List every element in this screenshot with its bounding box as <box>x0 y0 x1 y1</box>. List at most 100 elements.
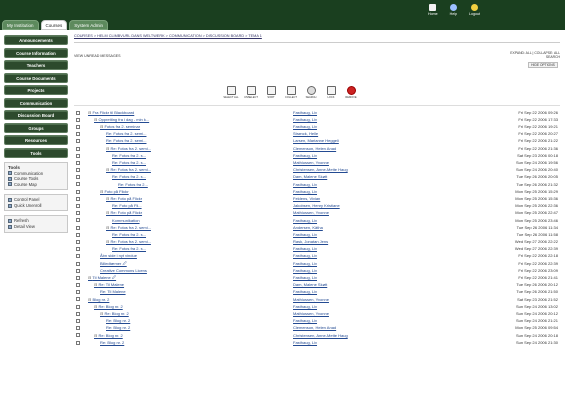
row-checkbox[interactable] <box>76 160 80 165</box>
menu-discussion-board[interactable]: Discussion Board <box>4 110 68 120</box>
thread-subject-link[interactable]: ⊟ Blog nr. 2 <box>88 297 109 302</box>
collect-button[interactable]: COLLECT <box>284 86 298 99</box>
thread-subject-link[interactable]: Re: Til Malene <box>100 289 126 294</box>
row-checkbox[interactable] <box>76 254 80 259</box>
row-checkbox[interactable] <box>76 275 80 280</box>
row-checkbox[interactable] <box>76 311 80 316</box>
thread-subject-link[interactable]: Re: Blog nr. 2 <box>106 325 130 330</box>
thread-subject-link[interactable]: Re: Foto på Fli... <box>112 203 142 208</box>
thread-subject-link[interactable]: ⊟ Re: Fotos fra 2. semi... <box>106 167 151 172</box>
thread-subject-link[interactable]: Åbn side i nyt vindue <box>100 253 137 258</box>
row-checkbox[interactable] <box>76 189 80 194</box>
thread-author-link[interactable]: Dam, Malene Skøtt <box>293 174 327 179</box>
row-checkbox[interactable] <box>76 297 80 302</box>
row-checkbox[interactable] <box>76 204 80 209</box>
thread-subject-link[interactable]: ⊟ Re: Til Malene <box>94 282 124 287</box>
row-checkbox[interactable] <box>76 247 80 252</box>
row-checkbox[interactable] <box>76 340 80 345</box>
menu-tools[interactable]: Tools <box>4 147 68 158</box>
row-checkbox[interactable] <box>76 132 80 137</box>
detail-view-link[interactable]: Detail View <box>8 224 64 230</box>
help-button[interactable]: Help <box>450 4 457 16</box>
row-checkbox[interactable] <box>76 283 80 288</box>
row-checkbox[interactable] <box>76 146 80 151</box>
row-checkbox[interactable] <box>76 319 80 324</box>
thread-author-link[interactable]: Mathiussen, Yvonne <box>293 311 329 316</box>
thread-author-link[interactable]: Andersen, Kätha <box>293 225 323 230</box>
thread-author-link[interactable]: Fasthaug, Liv <box>293 232 317 237</box>
thread-author-link[interactable]: Christensen, Anne-Mette Haug <box>293 167 348 172</box>
row-checkbox[interactable] <box>76 139 80 144</box>
quick-unenroll-link[interactable]: Quick Unenroll <box>8 203 64 209</box>
thread-subject-link[interactable]: ⊟ Fra Flickr til Blackboard <box>88 110 134 115</box>
thread-author-link[interactable]: Christensen, Anne-Mette Haug <box>293 333 348 338</box>
tool-course-map[interactable]: Course Map <box>8 182 64 188</box>
search-link[interactable]: SEARCH <box>510 55 560 59</box>
row-checkbox[interactable] <box>76 268 80 273</box>
thread-subject-link[interactable]: ⊟ Re: Fotos fra 2. semi... <box>106 225 151 230</box>
thread-subject-link[interactable]: ⊟ Oppretting fra i dag - min k... <box>94 117 149 122</box>
thread-subject-link[interactable]: Re: Fotos fra 2. semi... <box>106 138 146 143</box>
row-checkbox[interactable] <box>76 153 80 158</box>
thread-author-link[interactable]: Fasthaug, Liv <box>293 218 317 223</box>
row-checkbox[interactable] <box>76 333 80 338</box>
thread-author-link[interactable]: Fasthaug, Liv <box>293 304 317 309</box>
menu-course-documents[interactable]: Course Documents <box>4 72 68 83</box>
row-checkbox[interactable] <box>76 211 80 216</box>
thread-author-link[interactable]: Fasthaug, Liv <box>293 182 317 187</box>
view-unread-link[interactable]: VIEW UNREAD MESSAGES <box>74 54 121 59</box>
thread-subject-link[interactable]: ⊟ Re: Fotos fra 2. semi... <box>106 239 151 244</box>
thread-subject-link[interactable]: ⊟ Re: Blog nr. 2 <box>94 304 123 309</box>
thread-author-link[interactable]: Fasthaug, Liv <box>293 268 317 273</box>
search-button[interactable]: SEARCH <box>304 86 318 99</box>
thread-author-link[interactable]: Clemenson, Helen Anad <box>293 325 336 330</box>
row-checkbox[interactable] <box>76 110 80 115</box>
thread-subject-link[interactable]: Re: Blog nr. 2 <box>106 318 130 323</box>
thread-subject-link[interactable]: Re: Fotos fra 2. semi... <box>106 131 146 136</box>
thread-author-link[interactable]: Clemenson, Helen Anad <box>293 146 336 151</box>
row-checkbox[interactable] <box>76 175 80 180</box>
remove-button[interactable]: REMOVE <box>344 86 358 99</box>
menu-groups[interactable]: Groups <box>4 122 68 133</box>
thread-subject-link[interactable]: Re: Fotos fra 2. s... <box>112 246 146 251</box>
unselect-button[interactable]: UNSELECT <box>244 86 258 99</box>
hide-options-button[interactable]: HIDE OPTIONS <box>528 62 558 68</box>
thread-author-link[interactable]: Fasthaug, Liv <box>293 117 317 122</box>
thread-author-link[interactable]: Jakobsen, Henry Kristiane <box>293 203 340 208</box>
thread-subject-link[interactable]: Creative Commons Licens <box>100 268 147 273</box>
thread-subject-link[interactable]: Re: Fotos fra 2. s... <box>112 160 146 165</box>
thread-author-link[interactable]: Feldens, Vivian <box>293 196 320 201</box>
row-checkbox[interactable] <box>76 290 80 295</box>
lock-button[interactable]: LOCK <box>324 86 338 99</box>
tab-system-admin[interactable]: System Admin <box>69 20 109 30</box>
thread-author-link[interactable]: Fasthaug, Liv <box>293 318 317 323</box>
thread-author-link[interactable]: Dam, Malene Skøtt <box>293 282 327 287</box>
thread-author-link[interactable]: Fasthaug, Liv <box>293 275 317 280</box>
thread-author-link[interactable]: Fasthaug, Liv <box>293 153 317 158</box>
sort-button[interactable]: SORT <box>264 86 278 99</box>
tab-courses[interactable]: Courses <box>40 20 68 30</box>
select-all-button[interactable]: SELECT ALL <box>223 86 239 99</box>
thread-subject-link[interactable]: ⊟ Re: Foto på Flickr <box>106 210 142 215</box>
thread-author-link[interactable]: Mathiussen, Yvonne <box>293 160 329 165</box>
menu-resources[interactable]: Resources <box>4 135 68 145</box>
thread-subject-link[interactable]: Re: Fotos fra 2... <box>118 182 148 187</box>
thread-subject-link[interactable]: Re: Fotos fra 2. s... <box>112 232 146 237</box>
row-checkbox[interactable] <box>76 261 80 266</box>
thread-subject-link[interactable]: ⊟ Re: Fotos fra 2. semi... <box>106 146 151 151</box>
thread-author-link[interactable]: Fasthaug, Liv <box>293 110 317 115</box>
thread-author-link[interactable]: Mathiussen, Yvonne <box>293 297 329 302</box>
tab-my-institution[interactable]: My Institution <box>2 20 39 30</box>
row-checkbox[interactable] <box>76 168 80 173</box>
thread-author-link[interactable]: Fasthaug, Liv <box>293 253 317 258</box>
row-checkbox[interactable] <box>76 124 80 129</box>
thread-author-link[interactable]: Fasthaug, Liv <box>293 189 317 194</box>
thread-author-link[interactable]: Fasthaug, Liv <box>293 261 317 266</box>
row-checkbox[interactable] <box>76 196 80 201</box>
thread-subject-link[interactable]: ⊟ Fotos fra 2. seminar <box>100 124 140 129</box>
thread-subject-link[interactable]: ⊟ Re: Blog nr. 2 <box>94 333 123 338</box>
row-checkbox[interactable] <box>76 326 80 331</box>
row-checkbox[interactable] <box>76 225 80 230</box>
thread-subject-link[interactable]: ⊟ Re: Blog nr. 2 <box>100 311 129 316</box>
thread-author-link[interactable]: Larsen, Marianne Heggeli <box>293 138 339 143</box>
